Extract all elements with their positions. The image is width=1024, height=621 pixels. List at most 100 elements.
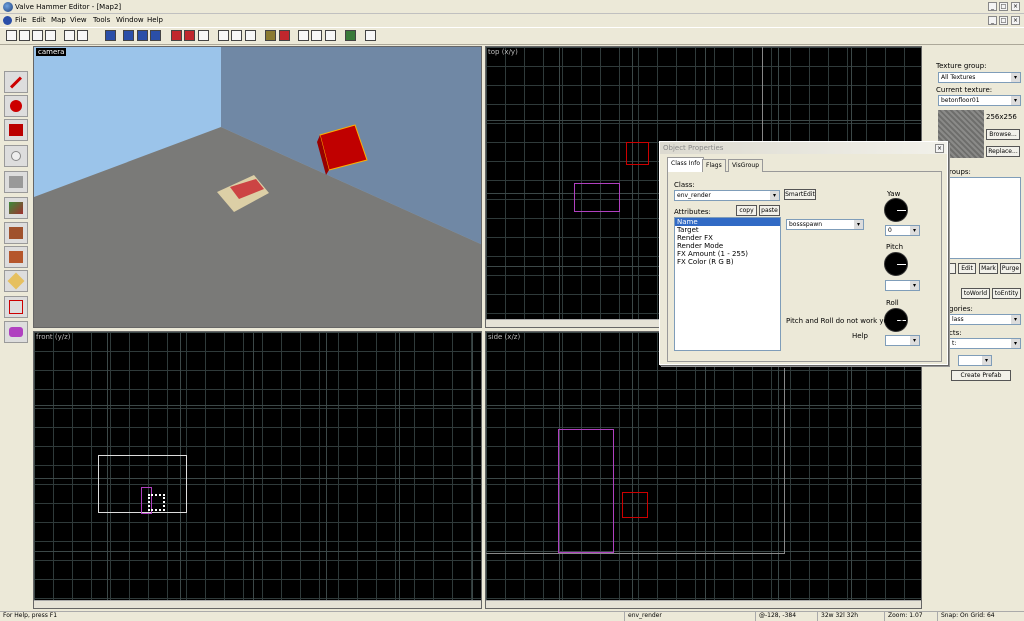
- visgroup-list[interactable]: [949, 177, 1021, 259]
- tab-flags[interactable]: Flags: [702, 159, 726, 172]
- copy-icon[interactable]: [231, 30, 242, 41]
- objects-select[interactable]: t:: [949, 338, 1021, 349]
- roll-select[interactable]: [885, 335, 920, 346]
- grid-smaller-icon[interactable]: [32, 30, 43, 41]
- path-tool-icon[interactable]: [4, 321, 28, 343]
- status-coords: @-128, -384: [755, 612, 796, 621]
- attribute-item[interactable]: FX Color (R G B): [675, 258, 780, 266]
- to-entity-button[interactable]: toEntity: [992, 288, 1021, 299]
- visgroup-prev-button[interactable]: [949, 263, 956, 274]
- menu-edit[interactable]: Edit: [32, 16, 46, 24]
- attribute-value-field[interactable]: bossspawn: [786, 219, 864, 230]
- entity-tool-icon[interactable]: [4, 145, 28, 167]
- tab-class-info[interactable]: Class Info: [667, 157, 705, 172]
- mark-button[interactable]: Mark: [979, 263, 998, 274]
- block-tool-icon[interactable]: [4, 171, 28, 193]
- grid-3d-icon[interactable]: [19, 30, 30, 41]
- tab-visgroup[interactable]: VisGroup: [728, 159, 764, 172]
- maximize-button[interactable]: □: [999, 2, 1008, 11]
- load-window-state-icon[interactable]: [64, 30, 75, 41]
- select-box-icon[interactable]: [298, 30, 309, 41]
- pitch-dial[interactable]: [884, 252, 908, 276]
- texture-lock-icon[interactable]: [265, 30, 276, 41]
- group-icon[interactable]: [184, 30, 195, 41]
- front-hscroll[interactable]: [34, 600, 481, 608]
- decal-tool-icon[interactable]: [4, 246, 28, 268]
- pitch-select[interactable]: [885, 280, 920, 291]
- status-size: 32w 32l 32h: [817, 612, 858, 621]
- attribute-item[interactable]: FX Amount (1 - 255): [675, 250, 780, 258]
- close-button[interactable]: ×: [1011, 2, 1020, 11]
- minimize-button[interactable]: _: [988, 2, 997, 11]
- run-map-icon[interactable]: [345, 30, 356, 41]
- front-viewport[interactable]: front (y/z): [33, 331, 482, 609]
- child-restore-button[interactable]: □: [999, 16, 1008, 25]
- menu-window[interactable]: Window: [116, 16, 144, 24]
- to-world-button[interactable]: toWorld: [961, 288, 990, 299]
- camera-viewport[interactable]: camera: [33, 46, 482, 328]
- dialog-close-button[interactable]: ×: [935, 144, 944, 153]
- pitch-roll-note: Pitch and Roll do not work yet. ->: [786, 317, 904, 325]
- attribute-item[interactable]: Render Mode: [675, 242, 780, 250]
- replace-button[interactable]: Replace...: [986, 146, 1020, 157]
- vertex-tool-icon[interactable]: [4, 296, 28, 318]
- categories-select[interactable]: lass: [949, 314, 1021, 325]
- side-viewport[interactable]: side (x/z): [485, 331, 922, 609]
- selected-entity[interactable]: [148, 494, 165, 511]
- current-texture-select[interactable]: betonfloor01: [938, 95, 1021, 106]
- attribute-item[interactable]: Target: [675, 226, 780, 234]
- title-bar: Valve Hammer Editor - [Map2] _ □ ×: [0, 0, 1024, 14]
- texture-app-tool-icon[interactable]: [4, 197, 28, 219]
- menu-map[interactable]: Map: [51, 16, 66, 24]
- hollow-icon[interactable]: [279, 30, 290, 41]
- paste-icon[interactable]: [245, 30, 256, 41]
- apply-texture-tool-icon[interactable]: [4, 222, 28, 244]
- prefab-count-spinner[interactable]: [958, 355, 992, 366]
- selected-entity[interactable]: [626, 142, 649, 165]
- show-all-icon[interactable]: [150, 30, 161, 41]
- menu-tools[interactable]: Tools: [93, 16, 110, 24]
- camera-tool-icon[interactable]: [4, 119, 28, 141]
- paste-button[interactable]: paste: [759, 205, 780, 216]
- align-icon[interactable]: [325, 30, 336, 41]
- cut-icon[interactable]: [218, 30, 229, 41]
- smartedit-button[interactable]: SmartEdit: [784, 189, 816, 200]
- carve-icon[interactable]: [171, 30, 182, 41]
- magnify-tool-icon[interactable]: [4, 95, 28, 117]
- child-close-button[interactable]: ×: [1011, 16, 1020, 25]
- grid-icon[interactable]: [6, 30, 17, 41]
- texture-group-select[interactable]: All Textures: [938, 72, 1021, 83]
- browse-button[interactable]: Browse...: [986, 129, 1020, 140]
- yaw-select[interactable]: 0: [885, 225, 920, 236]
- app-icon: [3, 2, 13, 12]
- hide-items-icon[interactable]: [137, 30, 148, 41]
- current-texture-label: Current texture:: [936, 86, 993, 94]
- clip-tool-icon[interactable]: [4, 270, 28, 292]
- zoom-icon[interactable]: [311, 30, 322, 41]
- selection-tool-icon[interactable]: [4, 71, 28, 93]
- class-select[interactable]: env_render: [674, 190, 780, 201]
- edit-button[interactable]: Edit: [958, 263, 976, 274]
- attributes-list[interactable]: Name Target Render FX Render Mode FX Amo…: [674, 217, 781, 351]
- menu-view[interactable]: View: [70, 16, 87, 24]
- save-window-state-icon[interactable]: [77, 30, 88, 41]
- yaw-dial[interactable]: [884, 198, 908, 222]
- grid-larger-icon[interactable]: [45, 30, 56, 41]
- copy-button[interactable]: copy: [736, 205, 757, 216]
- attribute-item[interactable]: Render FX: [675, 234, 780, 242]
- menu-help[interactable]: Help: [147, 16, 163, 24]
- camera-icon[interactable]: [105, 30, 116, 41]
- purge-button[interactable]: Purge: [1000, 263, 1021, 274]
- brush-outline[interactable]: [574, 183, 620, 212]
- child-minimize-button[interactable]: _: [988, 16, 997, 25]
- entity-report-icon[interactable]: [365, 30, 376, 41]
- status-bar: [0, 611, 1024, 621]
- toggle-group-ignore-icon[interactable]: [123, 30, 134, 41]
- selected-entity[interactable]: [622, 492, 648, 518]
- menu-file[interactable]: File: [15, 16, 27, 24]
- brush-outline[interactable]: [558, 429, 614, 553]
- side-hscroll[interactable]: [486, 600, 921, 608]
- create-prefab-button[interactable]: Create Prefab: [951, 370, 1011, 381]
- ungroup-icon[interactable]: [198, 30, 209, 41]
- attribute-item[interactable]: Name: [675, 218, 780, 226]
